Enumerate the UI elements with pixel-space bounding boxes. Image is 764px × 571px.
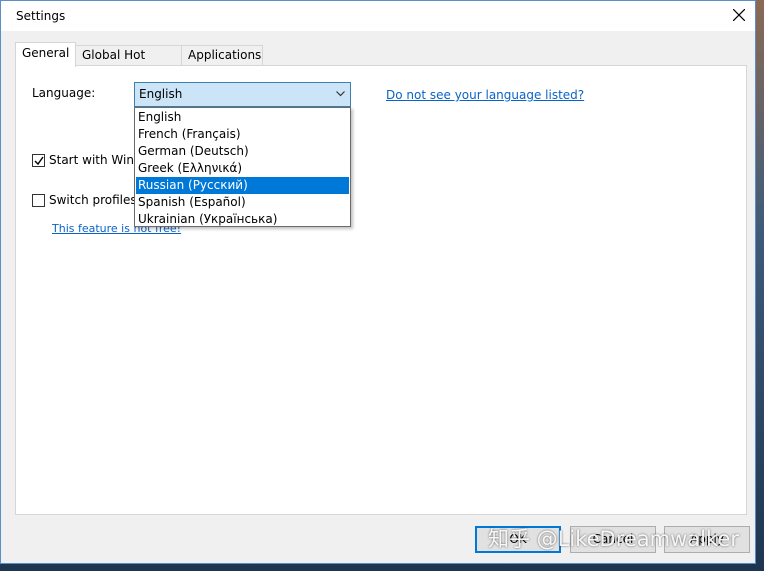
language-option-spanish[interactable]: Spanish (Español) <box>136 194 349 211</box>
language-option-ukrainian[interactable]: Ukrainian (Українська) <box>136 211 349 228</box>
language-select-value: English <box>139 87 183 101</box>
language-select[interactable]: English <box>134 82 351 107</box>
tab-applications[interactable]: Applications <box>181 45 263 66</box>
title-bar[interactable]: Settings <box>1 1 755 31</box>
language-option-greek[interactable]: Greek (Ελληνικά) <box>136 160 349 177</box>
tab-general[interactable]: General <box>15 42 76 67</box>
switch-profiles-checkbox[interactable] <box>32 194 45 207</box>
start-with-windows-checkbox[interactable] <box>32 154 45 167</box>
language-missing-link[interactable]: Do not see your language listed? <box>386 88 584 102</box>
language-option-german[interactable]: German (Deutsch) <box>136 143 349 160</box>
close-button[interactable] <box>725 1 755 31</box>
language-dropdown-list[interactable]: English French (Français) German (Deutsc… <box>134 107 351 227</box>
switch-profiles-label: Switch profiles <box>49 193 137 207</box>
language-option-english[interactable]: English <box>136 109 349 126</box>
language-option-french[interactable]: French (Français) <box>136 126 349 143</box>
watermark-text: 知乎 @LikeDreamwalker <box>488 527 739 551</box>
tab-global-hot-keys[interactable]: Global Hot Keys <box>75 45 182 81</box>
language-label: Language: <box>32 86 96 100</box>
settings-dialog: Settings General Global Hot Keys Applica… <box>0 0 756 564</box>
general-panel: Language: English Do not see your langua… <box>15 65 747 515</box>
close-icon <box>733 9 745 21</box>
checkmark-icon <box>34 156 44 166</box>
chevron-down-icon <box>336 91 345 97</box>
language-option-russian[interactable]: Russian (Русский) <box>136 177 349 194</box>
window-title: Settings <box>16 9 66 23</box>
